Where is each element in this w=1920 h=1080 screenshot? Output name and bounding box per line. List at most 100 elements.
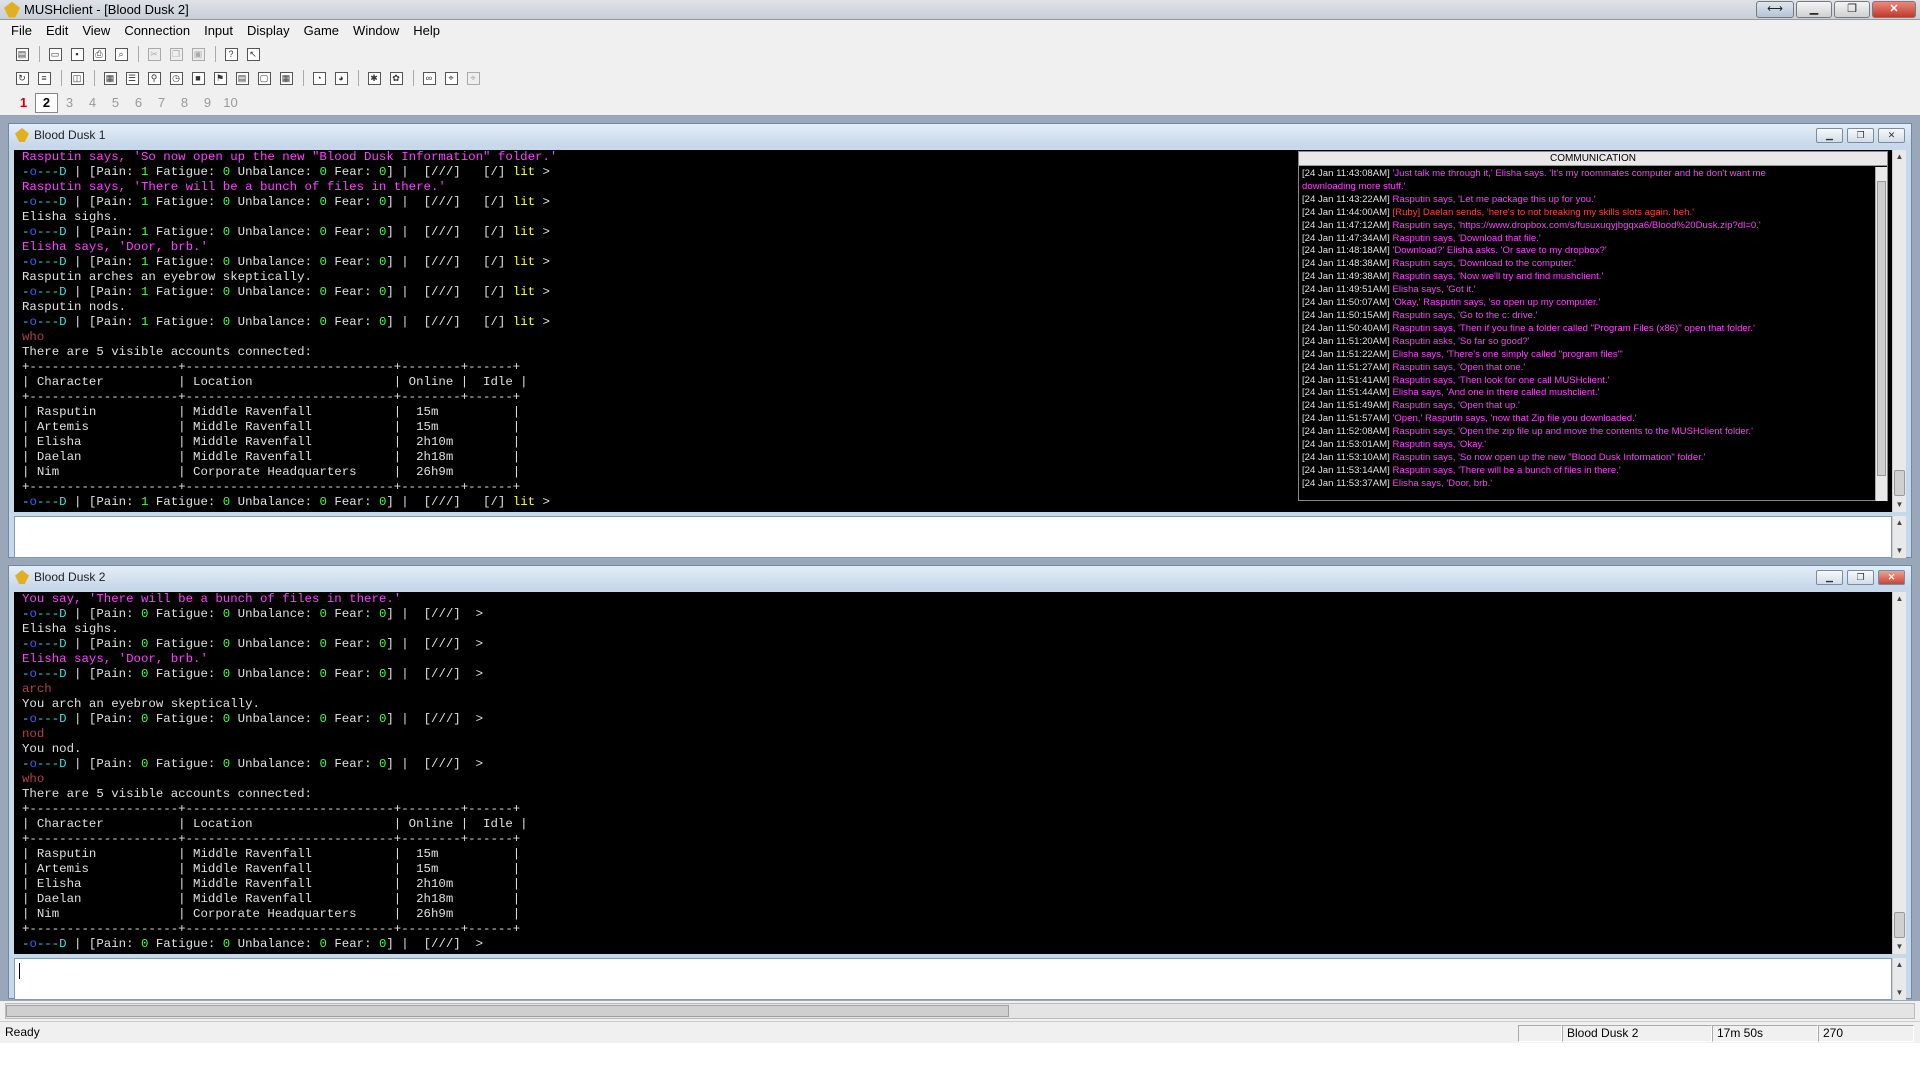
menu-connection[interactable]: Connection xyxy=(117,21,197,41)
menu-view[interactable]: View xyxy=(75,21,117,41)
context-help-button[interactable]: ↖ xyxy=(243,45,263,63)
output-segment: Fear: xyxy=(326,637,379,651)
world-tab-10[interactable]: 10 xyxy=(219,94,242,112)
horizontal-scroll-thumb[interactable] xyxy=(6,1005,1009,1017)
world-tab-7[interactable]: 7 xyxy=(150,94,173,112)
scroll-down-icon[interactable]: ▼ xyxy=(1893,940,1906,954)
swap-window-button[interactable]: ⟷ xyxy=(1756,1,1794,18)
world-icon xyxy=(15,128,29,142)
help-button[interactable]: ? xyxy=(221,45,241,63)
new-world-button[interactable]: ▤ xyxy=(12,45,32,63)
restore-button[interactable]: ❐ xyxy=(1834,1,1870,18)
print-preview-button[interactable]: ⌕ xyxy=(111,45,131,63)
output-scrollbar[interactable]: ▲ ▼ xyxy=(1892,150,1906,512)
world-output[interactable]: You say, 'There will be a bunch of files… xyxy=(14,592,1892,954)
output-segment: ---D xyxy=(36,165,67,179)
horizontal-scrollbar[interactable] xyxy=(5,1003,1915,1019)
window-layout-button[interactable]: ▢ xyxy=(254,69,274,87)
copy-button[interactable]: ❐ xyxy=(166,45,186,63)
log-session-button[interactable]: ▤ xyxy=(232,69,252,87)
child-minimize-button[interactable]: ▁ xyxy=(1816,128,1843,143)
output-segment: Fear: xyxy=(326,225,379,239)
window-controls: ⟷ ▁ ❐ ✕ xyxy=(1756,1,1916,18)
world-output[interactable]: Rasputin says, 'So now open up the new "… xyxy=(14,150,1892,512)
output-segment: Unbalance: xyxy=(230,937,320,951)
output-segment: Elisha says, 'Door, brb.' xyxy=(22,652,208,666)
open-world-button[interactable]: ▭ xyxy=(45,45,65,63)
menu-game[interactable]: Game xyxy=(297,21,346,41)
output-segment: | [Pain: xyxy=(66,285,141,299)
child-restore-button[interactable]: ❐ xyxy=(1847,128,1874,143)
input-scrollbar[interactable]: ▲ ▼ xyxy=(1892,958,1906,1000)
child-minimize-button[interactable]: ▁ xyxy=(1816,570,1843,585)
command-history-button[interactable]: ☰ xyxy=(122,69,142,87)
scroll-up-icon[interactable]: ▲ xyxy=(1893,958,1906,972)
world-tab-8[interactable]: 8 xyxy=(173,94,196,112)
grid-button[interactable]: ▦ xyxy=(276,69,296,87)
print-button[interactable]: ⎙ xyxy=(89,45,109,63)
communication-message: Elisha says, 'Got it.' xyxy=(1392,284,1476,296)
timers-button[interactable]: ◷ xyxy=(166,69,186,87)
world-properties-icon: ▦ xyxy=(103,71,117,85)
output-segment: > xyxy=(535,315,550,329)
communication-scroll-thumb[interactable] xyxy=(1877,181,1886,476)
scroll-down-icon[interactable]: ▼ xyxy=(1893,498,1906,512)
world-properties-button[interactable]: ▦ xyxy=(100,69,120,87)
world-tab-5[interactable]: 5 xyxy=(104,94,127,112)
title-bar: MUSHclient - [Blood Dusk 2] ⟷ ▁ ❐ ✕ xyxy=(0,0,1920,20)
world-window-title: Blood Dusk 1 xyxy=(34,128,106,142)
scroll-up-icon[interactable]: ▲ xyxy=(1893,150,1906,164)
find-previous-button[interactable]: ⌖ xyxy=(463,69,483,87)
cut-button[interactable]: ✂ xyxy=(144,45,164,63)
menu-help[interactable]: Help xyxy=(406,21,447,41)
screen-button[interactable]: ■ xyxy=(188,69,208,87)
communication-miniwindow[interactable]: COMMUNICATION [24 Jan 11:43:08AM] 'Just … xyxy=(1298,151,1888,501)
plugins-button[interactable]: ✱ xyxy=(364,69,384,87)
menu-file[interactable]: File xyxy=(4,21,39,41)
triggers-button[interactable]: ⚑ xyxy=(210,69,230,87)
split-screen-button[interactable]: ◫ xyxy=(67,69,87,87)
output-segment: Fatigue: xyxy=(148,757,223,771)
mapper-button[interactable]: ⚲ xyxy=(144,69,164,87)
world-tab-6[interactable]: 6 xyxy=(127,94,150,112)
command-input[interactable] xyxy=(14,958,1892,1000)
paste-button[interactable]: ▣ xyxy=(188,45,208,63)
connect-button[interactable]: ↻ xyxy=(12,69,32,87)
output-scroll-thumb[interactable] xyxy=(1894,912,1905,938)
child-close-button[interactable]: ✕ xyxy=(1878,128,1905,143)
communication-scrollbar[interactable] xyxy=(1875,167,1887,501)
monitor-icon: ■ xyxy=(191,71,205,85)
save-world-button[interactable]: ▪ xyxy=(67,45,87,63)
scroll-up-icon[interactable]: ▲ xyxy=(1893,592,1906,606)
close-button[interactable]: ✕ xyxy=(1872,1,1916,18)
world-tab-9[interactable]: 9 xyxy=(196,94,219,112)
input-scrollbar[interactable]: ▲ ▼ xyxy=(1892,516,1906,558)
menu-window[interactable]: Window xyxy=(346,21,406,41)
reconnect-button[interactable]: ◔ xyxy=(309,69,329,87)
world-tab-3[interactable]: 3 xyxy=(58,94,81,112)
menu-input[interactable]: Input xyxy=(197,21,240,41)
output-segment: | [Pain: xyxy=(66,225,141,239)
notes-button[interactable]: ≡ xyxy=(34,69,54,87)
find-next-button[interactable]: ⌖ xyxy=(441,69,461,87)
communication-timestamp: [24 Jan 11:49:51AM] xyxy=(1302,284,1393,296)
menu-display[interactable]: Display xyxy=(240,21,297,41)
scroll-down-icon[interactable]: ▼ xyxy=(1893,544,1906,558)
output-segment: | [Pain: xyxy=(66,255,141,269)
output-scrollbar[interactable]: ▲ ▼ xyxy=(1892,592,1906,954)
find-button[interactable]: ∞ xyxy=(419,69,439,87)
command-input[interactable] xyxy=(14,516,1892,558)
output-scroll-thumb[interactable] xyxy=(1894,470,1905,496)
activity-button[interactable]: ◕ xyxy=(331,69,351,87)
scripts-button[interactable]: ✿ xyxy=(386,69,406,87)
world-tab-1[interactable]: 1 xyxy=(12,94,35,112)
child-restore-button[interactable]: ❐ xyxy=(1847,570,1874,585)
scroll-up-icon[interactable]: ▲ xyxy=(1893,516,1906,530)
scroll-down-icon[interactable]: ▼ xyxy=(1893,986,1906,1000)
child-close-button[interactable]: ✕ xyxy=(1878,570,1905,585)
world-tab-2[interactable]: 2 xyxy=(35,93,58,113)
menu-edit[interactable]: Edit xyxy=(39,21,75,41)
world-tab-4[interactable]: 4 xyxy=(81,94,104,112)
minimize-button[interactable]: ▁ xyxy=(1796,1,1832,18)
output-line: | Character | Location | Online | Idle | xyxy=(22,375,557,390)
